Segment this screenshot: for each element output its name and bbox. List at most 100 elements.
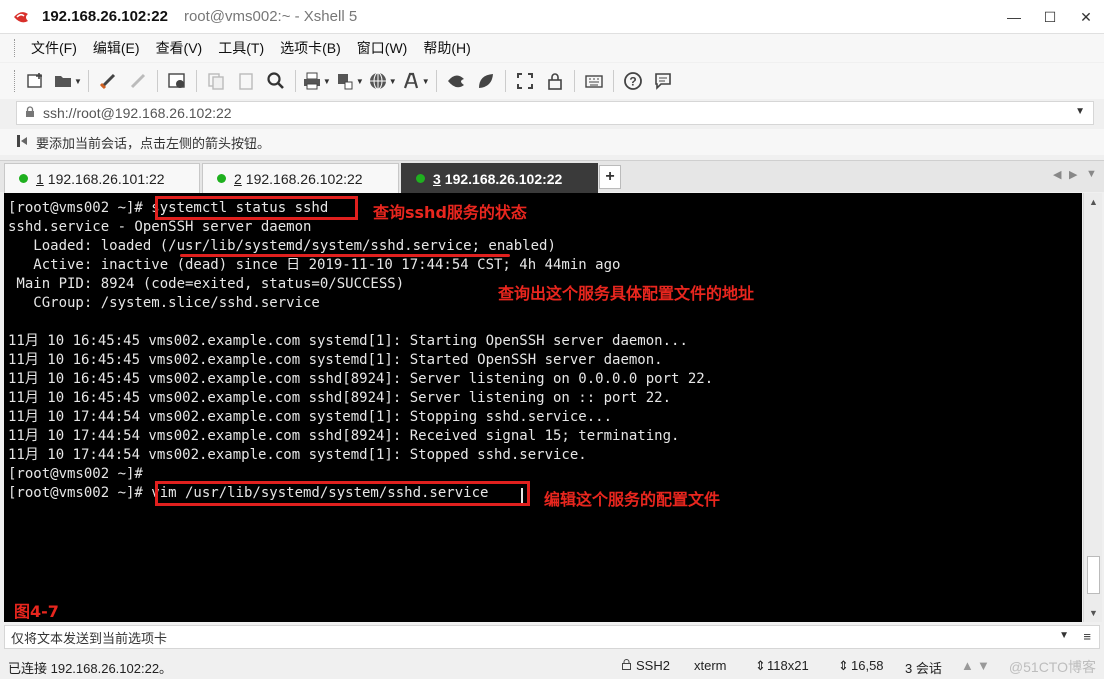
chevron-down-icon[interactable]: ▼ bbox=[1075, 106, 1085, 117]
address-input[interactable]: ssh://root@192.168.26.102:22 bbox=[43, 105, 232, 121]
terminal-line: 11月 10 16:45:45 vms002.example.com sshd[… bbox=[8, 390, 672, 406]
terminal-line: 11月 10 17:44:54 vms002.example.com sshd[… bbox=[8, 428, 680, 444]
scroll-down-icon[interactable]: ▼ bbox=[1084, 604, 1103, 622]
menu-icon[interactable]: ≡ bbox=[1083, 629, 1091, 644]
chevron-down-icon[interactable]: ▼ bbox=[1059, 630, 1069, 641]
copy-icon bbox=[208, 73, 224, 90]
terminal-line: 11月 10 16:45:45 vms002.example.com syste… bbox=[8, 333, 688, 349]
tab-number: 3 bbox=[433, 170, 441, 187]
new-session-icon bbox=[27, 73, 42, 88]
scroll-up-icon[interactable]: ▲ bbox=[1084, 193, 1103, 211]
find-button[interactable] bbox=[263, 67, 289, 95]
cursor-position: 16,58 bbox=[851, 658, 884, 673]
tab-list-icon[interactable]: ▼ bbox=[1086, 168, 1097, 180]
print-icon bbox=[303, 72, 320, 90]
reconnect-button[interactable] bbox=[95, 67, 121, 95]
terminal-area[interactable]: [root@vms002 ~]# systemctl status sshd s… bbox=[4, 193, 1082, 622]
tab-session-3[interactable]: 3 192.168.26.102:22 bbox=[401, 163, 598, 193]
tab-label: 192.168.26.102:22 bbox=[245, 170, 363, 187]
scroll-thumb[interactable] bbox=[1087, 556, 1100, 594]
menu-tools[interactable]: 工具(T) bbox=[210, 38, 272, 58]
lock-button[interactable] bbox=[542, 67, 568, 95]
tab-scroll-right-icon[interactable]: ▶ bbox=[1069, 168, 1077, 181]
connected-dot-icon bbox=[217, 174, 226, 183]
paste-icon bbox=[239, 73, 253, 90]
resize-icon: ⇕ bbox=[755, 658, 766, 673]
compose-input[interactable]: 仅将文本发送到当前选项卡 bbox=[11, 628, 167, 647]
chat-button[interactable] bbox=[650, 67, 676, 95]
add-session-arrow-icon[interactable] bbox=[16, 134, 30, 151]
copy-button[interactable] bbox=[203, 67, 229, 95]
window-title: root@vms002:~ - Xshell 5 bbox=[183, 8, 358, 25]
figure-label: 图4-7 bbox=[14, 602, 59, 621]
unlink-icon bbox=[130, 73, 145, 89]
terminal-line: Main PID: 8924 (code=exited, status=0/SU… bbox=[8, 276, 405, 292]
font-button[interactable]: ▼ bbox=[401, 67, 430, 95]
keyboard-icon bbox=[584, 75, 603, 88]
menu-window[interactable]: 窗口(W) bbox=[349, 38, 416, 58]
new-session-button[interactable] bbox=[23, 67, 49, 95]
add-tab-button[interactable]: + bbox=[599, 165, 621, 189]
compose-bar[interactable]: 仅将文本发送到当前选项卡 ▼ ≡ bbox=[4, 625, 1100, 649]
tab-session-1[interactable]: 1 192.168.26.101:22 bbox=[4, 163, 200, 193]
xmanager-button[interactable] bbox=[473, 67, 499, 95]
help-button[interactable]: ? bbox=[620, 67, 646, 95]
highlight-vim-command bbox=[155, 481, 530, 506]
connected-dot-icon bbox=[19, 174, 28, 183]
menu-help[interactable]: 帮助(H) bbox=[415, 38, 478, 58]
menu-bar: 文件(F) 编辑(E) 查看(V) 工具(T) 选项卡(B) 窗口(W) 帮助(… bbox=[0, 34, 1104, 62]
print-button[interactable]: ▼ bbox=[302, 67, 331, 95]
xshell-logo-icon bbox=[10, 6, 32, 28]
svg-text:?: ? bbox=[629, 75, 636, 89]
tab-number: 2 bbox=[234, 170, 242, 187]
tab-scroll-left-icon[interactable]: ◀ bbox=[1053, 168, 1061, 181]
address-bar[interactable]: ssh://root@192.168.26.102:22 ▼ bbox=[16, 101, 1094, 125]
disconnect-button[interactable] bbox=[125, 67, 151, 95]
toolbar: ▼ ▼ ▼ ▼ ▼ ? bbox=[0, 63, 1104, 99]
paste-button[interactable] bbox=[233, 67, 259, 95]
tab-label: 192.168.26.102:22 bbox=[444, 170, 563, 187]
terminal-line: Active: inactive (dead) since 日 2019-11-… bbox=[8, 257, 621, 273]
annotation-status: 查询sshd服务的状态 bbox=[373, 203, 527, 222]
open-session-button[interactable]: ▼ bbox=[53, 67, 82, 95]
minimize-button[interactable]: — bbox=[996, 0, 1032, 34]
maximize-icon: ☐ bbox=[1043, 8, 1057, 25]
terminal-scrollbar[interactable]: ▲ ▼ bbox=[1083, 193, 1102, 622]
maximize-button[interactable]: ☐ bbox=[1032, 0, 1068, 34]
session-down-icon[interactable]: ▼ bbox=[977, 658, 990, 673]
menu-grip bbox=[14, 39, 17, 57]
close-button[interactable]: ✕ bbox=[1068, 0, 1104, 34]
annotation-vim: 编辑这个服务的配置文件 bbox=[544, 490, 721, 509]
tab-number: 1 bbox=[36, 170, 44, 187]
menu-view[interactable]: 查看(V) bbox=[148, 38, 211, 58]
menu-edit[interactable]: 编辑(E) bbox=[85, 38, 148, 58]
minimize-icon: — bbox=[1007, 9, 1021, 25]
menu-file[interactable]: 文件(F) bbox=[23, 38, 85, 58]
lock-icon bbox=[547, 73, 562, 90]
keyboard-button[interactable] bbox=[581, 67, 607, 95]
terminal-line: 11月 10 17:44:54 vms002.example.com syste… bbox=[8, 447, 587, 463]
properties-button[interactable] bbox=[164, 67, 190, 95]
fullscreen-button[interactable] bbox=[512, 67, 538, 95]
annotation-config-path: 查询出这个服务具体配置文件的地址 bbox=[498, 284, 755, 303]
terminal-line: 11月 10 16:45:45 vms002.example.com syste… bbox=[8, 352, 663, 368]
session-count: 3 会话 bbox=[905, 661, 942, 676]
link-icon bbox=[99, 73, 115, 90]
search-icon bbox=[267, 72, 284, 89]
tab-label: 192.168.26.101:22 bbox=[47, 170, 165, 187]
leaf-icon bbox=[478, 74, 493, 88]
menu-tabs[interactable]: 选项卡(B) bbox=[272, 38, 349, 58]
tab-bar: 1 192.168.26.101:22 2 192.168.26.102:22 … bbox=[0, 160, 1104, 193]
protocol-lock-icon bbox=[622, 658, 631, 673]
hint-text: 要添加当前会话，点击左侧的箭头按钮。 bbox=[36, 135, 271, 151]
session-up-icon[interactable]: ▲ bbox=[961, 658, 974, 673]
close-icon: ✕ bbox=[1080, 8, 1092, 25]
tab-session-2[interactable]: 2 192.168.26.102:22 bbox=[202, 163, 399, 193]
transfer-button[interactable]: ▼ bbox=[335, 67, 364, 95]
terminal-line: CGroup: /system.slice/sshd.service bbox=[8, 295, 320, 311]
font-icon bbox=[403, 72, 418, 89]
window-title-host: 192.168.26.102:22 bbox=[42, 8, 168, 25]
globe-button[interactable]: ▼ bbox=[368, 67, 397, 95]
xftp-button[interactable] bbox=[443, 67, 469, 95]
globe-icon bbox=[369, 72, 386, 90]
